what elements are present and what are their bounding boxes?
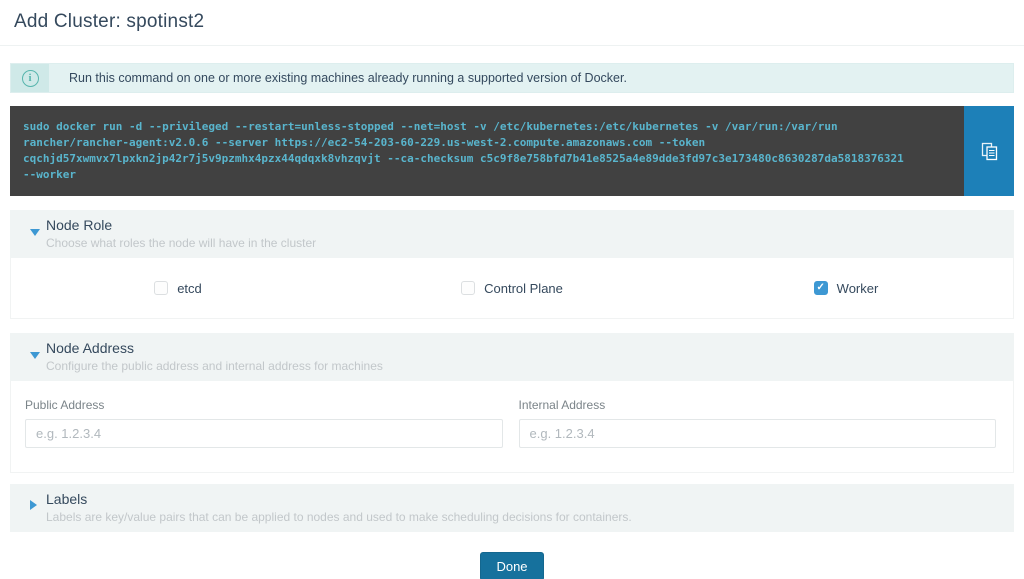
docker-command-line: sudo docker run -d --privileged --restar… [23, 119, 950, 135]
labels-subtitle: Labels are key/value pairs that can be a… [46, 510, 1000, 524]
node-address-section-header[interactable]: Node Address Configure the public addres… [10, 333, 1014, 381]
clipboard-icon [981, 142, 998, 161]
info-icon-box: i [11, 64, 49, 92]
node-role-options: etcd Control Plane Worker [11, 258, 1013, 318]
footer-actions: Done [10, 552, 1014, 579]
node-role-section-body: etcd Control Plane Worker [10, 258, 1014, 319]
internal-address-label: Internal Address [519, 398, 997, 412]
worker-checkbox-item[interactable]: Worker [814, 281, 879, 296]
copy-command-button[interactable] [964, 106, 1014, 196]
labels-section-header[interactable]: Labels Labels are key/value pairs that c… [10, 484, 1014, 532]
worker-checkbox[interactable] [814, 281, 828, 295]
info-icon: i [22, 70, 39, 87]
page-title: Add Cluster: spotinst2 [10, 0, 1014, 33]
internal-address-input[interactable] [519, 419, 997, 448]
control-plane-checkbox[interactable] [461, 281, 475, 295]
title-divider [0, 45, 1024, 46]
node-role-option-col: etcd [11, 281, 345, 296]
internal-address-field-group: Internal Address [519, 398, 997, 448]
node-role-option-col: Worker [679, 281, 1013, 296]
info-banner-text: Run this command on one or more existing… [49, 71, 627, 85]
docker-command-line: cqchjd57xwmvx7lpxkn2jp42r7j5v9pzmhx4pzx4… [23, 151, 950, 167]
chevron-right-icon [30, 500, 37, 510]
etcd-checkbox-item[interactable]: etcd [154, 281, 202, 296]
node-role-title: Node Role [46, 217, 1000, 234]
done-button[interactable]: Done [480, 552, 543, 579]
labels-title: Labels [46, 491, 1000, 508]
etcd-checkbox-label: etcd [177, 281, 202, 296]
public-address-field-group: Public Address [25, 398, 503, 448]
docker-command-line: --worker [23, 167, 950, 183]
etcd-checkbox[interactable] [154, 281, 168, 295]
docker-command-block: sudo docker run -d --privileged --restar… [10, 106, 1014, 196]
chevron-down-icon [30, 229, 40, 236]
docker-command-line: rancher/rancher-agent:v2.0.6 --server ht… [23, 135, 950, 151]
worker-checkbox-label: Worker [837, 281, 879, 296]
node-address-title: Node Address [46, 340, 1000, 357]
info-banner: i Run this command on one or more existi… [10, 63, 1014, 93]
node-address-subtitle: Configure the public address and interna… [46, 359, 1000, 373]
control-plane-checkbox-label: Control Plane [484, 281, 563, 296]
public-address-label: Public Address [25, 398, 503, 412]
chevron-down-icon [30, 352, 40, 359]
node-role-option-col: Control Plane [345, 281, 679, 296]
control-plane-checkbox-item[interactable]: Control Plane [461, 281, 563, 296]
add-cluster-page: Add Cluster: spotinst2 [10, 0, 1014, 33]
node-role-subtitle: Choose what roles the node will have in … [46, 236, 1000, 250]
public-address-input[interactable] [25, 419, 503, 448]
node-address-section-body: Public Address Internal Address [10, 381, 1014, 473]
node-role-section-header[interactable]: Node Role Choose what roles the node wil… [10, 210, 1014, 258]
